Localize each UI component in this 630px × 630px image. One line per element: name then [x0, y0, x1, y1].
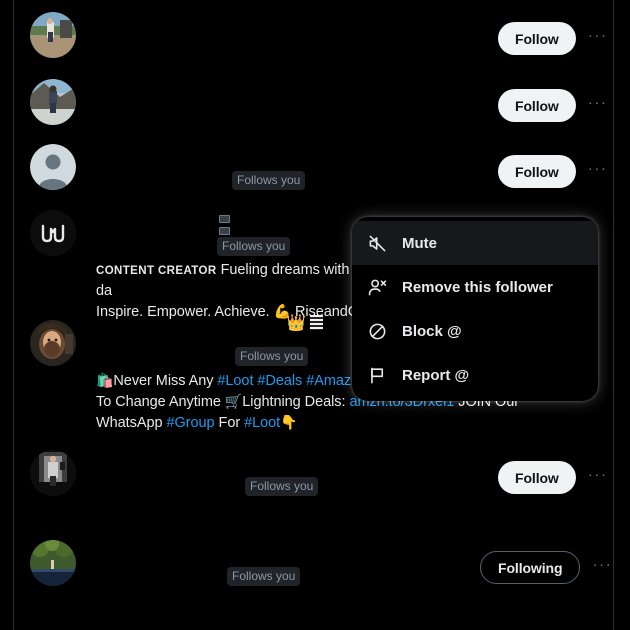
avatar-photo-bearded-man — [30, 320, 76, 366]
row-actions: Follow ··· — [498, 89, 611, 122]
avatar-photo-mirror-selfie — [30, 450, 76, 496]
follows-you-badge: Follows you — [217, 237, 291, 256]
shopping-bags-emoji: 🛍️ — [96, 372, 114, 388]
follower-row-2[interactable]: Follow ··· — [14, 68, 613, 134]
deals-text-3a: WhatsApp — [96, 415, 167, 431]
deals-text-2b: Lightning Deals: — [242, 394, 350, 410]
more-icon: ··· — [587, 27, 608, 44]
row-actions: Follow ··· — [498, 22, 611, 55]
menu-item-remove-follower[interactable]: Remove this follower — [352, 265, 598, 309]
hashtag-group[interactable]: #Group — [166, 415, 214, 431]
menu-item-report[interactable]: Report @ — [352, 353, 598, 397]
avatar[interactable] — [30, 450, 76, 496]
stacked-boxes-glyph — [219, 215, 230, 235]
avatar-logo-m-mark-icon — [30, 210, 76, 256]
avatar-photo-beach — [30, 12, 76, 58]
menu-item-label: Mute — [402, 234, 437, 252]
follow-button[interactable]: Follow — [498, 22, 576, 55]
bio-deals-line-3: WhatsApp #Group For #Loot👇 — [96, 412, 551, 433]
more-icon: ··· — [592, 556, 613, 573]
follower-row-7[interactable]: Follows you Following ··· — [14, 530, 613, 620]
hashtag-loot-2[interactable]: #Loot — [244, 415, 280, 431]
more-icon: ··· — [587, 160, 608, 177]
avatar[interactable] — [30, 540, 76, 586]
more-options-button[interactable]: ··· — [585, 161, 611, 183]
more-options-button[interactable]: ··· — [589, 556, 613, 579]
menu-item-label: Report @ — [402, 366, 470, 384]
menu-item-label: Block @ — [402, 322, 462, 340]
follows-you-badge: Follows you — [245, 477, 319, 496]
row-actions: Following ··· — [480, 551, 613, 584]
deals-text-2a: To Change Anytime — [96, 394, 225, 410]
row-actions: Follow ··· — [498, 155, 611, 188]
flag-icon — [368, 366, 387, 385]
avatar[interactable] — [30, 79, 76, 125]
hashtag-amazon[interactable]: #Amaz — [306, 373, 351, 389]
avatar-default-placeholder-icon — [30, 144, 76, 190]
creator-badge: Content creator — [96, 265, 217, 277]
crown-emoji: 👑 — [286, 313, 324, 333]
bio-line-1: Content creator Fueling dreams with da — [96, 260, 366, 301]
person-remove-icon — [368, 278, 387, 297]
follows-you-badge: Follows you — [232, 171, 306, 190]
hashtag-loot[interactable]: #Loot — [217, 373, 253, 389]
striped-bars-glyph — [310, 315, 324, 330]
hashtag-deals[interactable]: #Deals — [257, 373, 302, 389]
following-button[interactable]: Following — [480, 551, 581, 584]
followers-screen: Follow ··· Follow ··· Follows you Follow… — [0, 0, 630, 630]
avatar[interactable] — [30, 320, 76, 366]
mute-icon — [368, 234, 387, 253]
follow-button[interactable]: Follow — [498, 461, 576, 494]
avatar-photo-outdoor — [30, 79, 76, 125]
more-options-button[interactable]: ··· — [585, 467, 611, 489]
more-options-button[interactable]: ··· — [585, 95, 611, 117]
follows-you-badge: Follows you — [227, 567, 301, 586]
avatar-photo-nature-river — [30, 540, 76, 586]
point-down-emoji: 👇 — [280, 414, 298, 430]
menu-item-mute[interactable]: Mute — [352, 221, 598, 265]
avatar[interactable] — [30, 12, 76, 58]
more-icon: ··· — [587, 466, 608, 483]
shopping-cart-emoji: 🛒 — [224, 393, 243, 409]
follow-button[interactable]: Follow — [498, 89, 576, 122]
deals-text-1: Never Miss Any — [113, 373, 218, 389]
more-options-button[interactable]: ··· — [585, 28, 611, 50]
block-icon — [368, 322, 387, 341]
avatar[interactable] — [30, 210, 76, 256]
follower-row-6[interactable]: Follows you Follow ··· — [14, 440, 613, 530]
follower-options-menu[interactable]: Mute Remove this follower Block @ Report… — [352, 217, 598, 401]
follows-you-badge: Follows you — [235, 347, 309, 366]
follower-row-3[interactable]: Follows you Follow ··· — [14, 134, 613, 200]
more-icon: ··· — [587, 94, 608, 111]
follower-row-1[interactable]: Follow ··· — [14, 0, 613, 68]
avatar[interactable] — [30, 144, 76, 190]
deals-text-3b: For — [214, 415, 245, 431]
follow-button[interactable]: Follow — [498, 155, 576, 188]
row-actions: Follow ··· — [498, 461, 611, 494]
menu-item-block[interactable]: Block @ — [352, 309, 598, 353]
menu-item-label: Remove this follower — [402, 278, 553, 296]
